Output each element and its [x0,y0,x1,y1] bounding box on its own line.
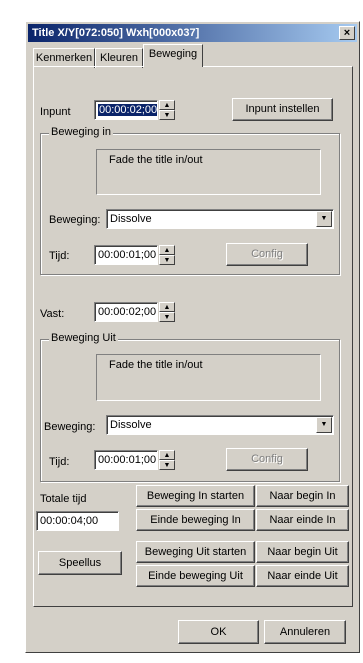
spin-up-icon[interactable]: ▲ [159,450,175,460]
naar-einde-uit-button[interactable]: Naar einde Uit [256,565,349,587]
inpunt-spinner[interactable]: ▲ ▼ [159,100,175,120]
vast-field[interactable]: 00:00:02;00 [94,302,158,322]
dropdown-arrow-icon[interactable]: ▼ [316,417,332,433]
inpunt-field[interactable]: 00:00:02;00 [94,100,158,120]
totale-tijd-label: Totale tijd [40,493,87,505]
spin-down-icon[interactable]: ▼ [159,110,175,120]
title-dialog: Title X/Y[072:050] Wxh[000x037] × Kenmer… [25,21,360,653]
beweging-uit-select-value: Dissolve [110,419,152,431]
vast-label: Vast: [40,308,65,320]
beweging-in-tijd-spinner[interactable]: ▲ ▼ [159,245,175,265]
totale-tijd-field: 00:00:04;00 [36,511,119,531]
beweging-in-type-label: Beweging: [49,214,101,226]
beweging-in-select-value: Dissolve [110,213,152,225]
naar-einde-in-button[interactable]: Naar einde In [256,509,349,531]
beweging-uit-config-button[interactable]: Config [226,448,308,471]
beweging-uit-tijd-label: Tijd: [49,456,70,468]
beweging-uit-description: Fade the title in/out [96,354,321,401]
beweging-in-tijd-label: Tijd: [49,250,70,262]
einde-beweging-uit-button[interactable]: Einde beweging Uit [136,565,255,587]
naar-begin-in-button[interactable]: Naar begin In [256,485,349,507]
beweging-uit-tijd-field[interactable]: 00:00:01;00 [94,450,158,470]
beweging-uit-type-label: Beweging: [44,421,96,433]
beweging-uit-description-text: Fade the title in/out [109,359,203,371]
beweging-uit-select[interactable]: Dissolve ▼ [106,415,334,435]
ok-button[interactable]: OK [178,620,259,644]
spin-down-icon[interactable]: ▼ [159,255,175,265]
beweging-in-config-button[interactable]: Config [226,243,308,266]
spin-up-icon[interactable]: ▲ [159,100,175,110]
tab-kenmerken[interactable]: Kenmerken [33,48,95,68]
einde-beweging-in-button[interactable]: Einde beweging In [136,509,255,531]
inpunt-value: 00:00:02;00 [98,104,158,116]
spin-up-icon[interactable]: ▲ [159,245,175,255]
beweging-uit-starten-button[interactable]: Beweging Uit starten [136,541,255,563]
annuleren-button[interactable]: Annuleren [264,620,346,644]
beweging-uit-title: Beweging Uit [49,332,118,344]
beweging-in-description: Fade the title in/out [96,149,321,195]
tab-kleuren[interactable]: Kleuren [95,48,143,68]
tab-beweging[interactable]: Beweging [143,44,203,67]
beweging-in-select[interactable]: Dissolve ▼ [106,209,334,229]
beweging-in-description-text: Fade the title in/out [109,154,203,166]
inpunt-label: Inpunt [40,106,71,118]
close-button[interactable]: × [339,26,355,40]
title-bar: Title X/Y[072:050] Wxh[000x037] × [28,24,357,42]
inpunt-instellen-button[interactable]: Inpunt instellen [232,98,333,121]
beweging-in-starten-button[interactable]: Beweging In starten [136,485,255,507]
beweging-uit-tijd-spinner[interactable]: ▲ ▼ [159,450,175,470]
spin-down-icon[interactable]: ▼ [159,312,175,322]
spin-up-icon[interactable]: ▲ [159,302,175,312]
speellus-button[interactable]: Speellus [38,551,122,575]
beweging-in-tijd-field[interactable]: 00:00:01;00 [94,245,158,265]
dropdown-arrow-icon[interactable]: ▼ [316,211,332,227]
window-title: Title X/Y[072:050] Wxh[000x037] [32,27,200,39]
spin-down-icon[interactable]: ▼ [159,460,175,470]
naar-begin-uit-button[interactable]: Naar begin Uit [256,541,349,563]
beweging-in-title: Beweging in [49,126,113,138]
vast-spinner[interactable]: ▲ ▼ [159,302,175,322]
